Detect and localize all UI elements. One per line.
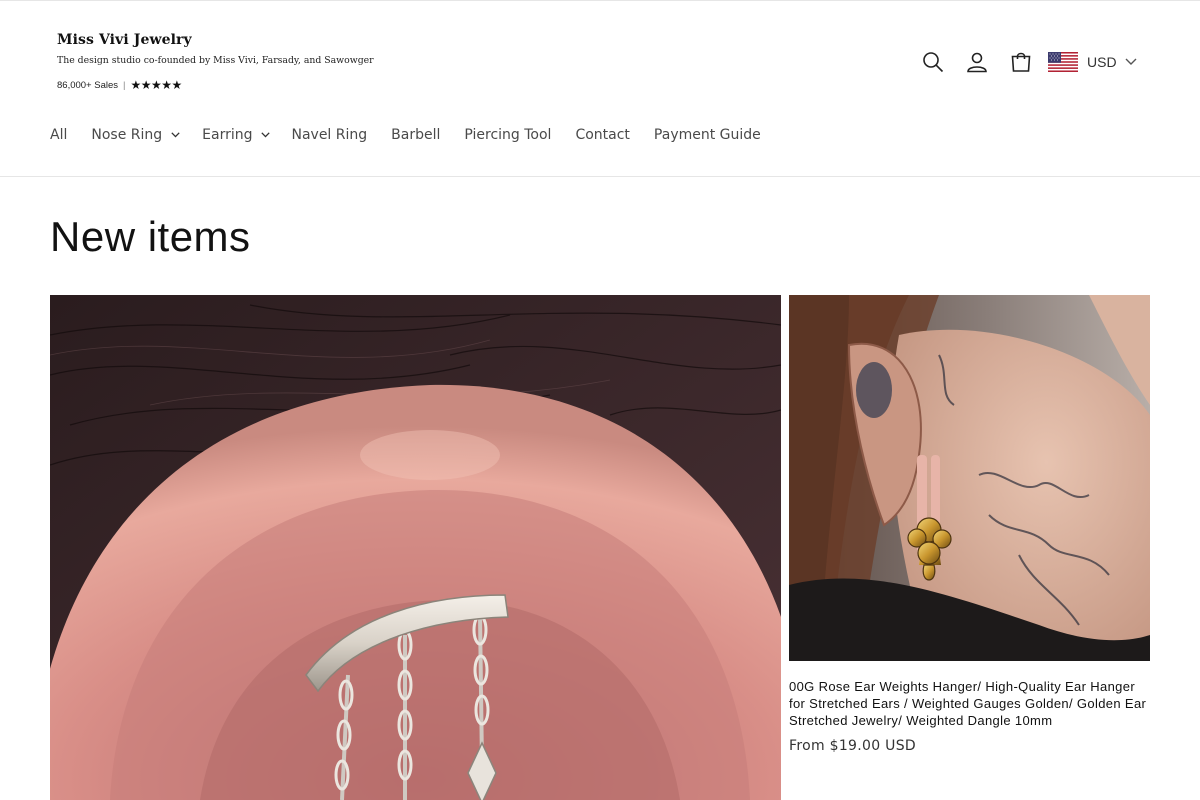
brand-sales-badge: 86,000+ Sales | ★★★★★ bbox=[57, 78, 182, 92]
nav-label: Navel Ring bbox=[291, 127, 368, 143]
search-icon[interactable] bbox=[919, 48, 947, 76]
sales-separator: | bbox=[123, 79, 126, 91]
currency-label: USD bbox=[1087, 54, 1117, 70]
top-border bbox=[0, 0, 1200, 1]
main-nav: All Nose Ring Earring Navel Ring Barbell… bbox=[50, 124, 761, 146]
cart-icon[interactable] bbox=[1007, 48, 1035, 76]
product-price: From $19.00 USD bbox=[789, 738, 916, 754]
section-title: New items bbox=[50, 213, 251, 260]
account-icon[interactable] bbox=[963, 48, 991, 76]
us-flag-icon bbox=[1048, 52, 1078, 72]
nav-item-all[interactable]: All bbox=[50, 127, 67, 143]
nav-label: Piercing Tool bbox=[464, 127, 552, 143]
nav-item-nose-ring[interactable]: Nose Ring bbox=[91, 127, 180, 143]
nav-item-earring[interactable]: Earring bbox=[202, 127, 271, 143]
nav-item-navel-ring[interactable]: Navel Ring bbox=[291, 127, 367, 143]
nav-item-contact[interactable]: Contact bbox=[575, 127, 629, 143]
chevron-down-icon bbox=[1125, 58, 1137, 65]
nav-item-payment-guide[interactable]: Payment Guide bbox=[654, 127, 761, 143]
product-photo bbox=[50, 295, 781, 800]
nav-label: All bbox=[50, 127, 68, 143]
chevron-down-icon bbox=[171, 132, 180, 138]
rating-stars-icon: ★★★★★ bbox=[130, 78, 182, 92]
nav-label: Nose Ring bbox=[91, 127, 163, 143]
nav-label: Earring bbox=[202, 127, 253, 143]
brand-tagline: The design studio co-founded by Miss Viv… bbox=[57, 55, 374, 66]
product-photo bbox=[789, 295, 1150, 661]
product-image-rose-ear-weights[interactable] bbox=[789, 295, 1150, 661]
brand-name: Miss Vivi Jewelry bbox=[57, 32, 192, 48]
sales-count: 86,000+ Sales bbox=[57, 79, 119, 91]
brand-logo[interactable]: Miss Vivi Jewelry The design studio co-f… bbox=[57, 32, 374, 96]
nav-label: Barbell bbox=[391, 127, 441, 143]
nav-item-piercing-tool[interactable]: Piercing Tool bbox=[464, 127, 551, 143]
nav-item-barbell[interactable]: Barbell bbox=[391, 127, 440, 143]
product-title[interactable]: 00G Rose Ear Weights Hanger/ High-Qualit… bbox=[789, 678, 1154, 729]
header-divider bbox=[0, 176, 1200, 177]
chevron-down-icon bbox=[261, 132, 271, 138]
nav-label: Contact bbox=[575, 127, 630, 143]
product-image-curved-barbell[interactable] bbox=[50, 295, 781, 800]
currency-selector[interactable]: USD bbox=[1048, 50, 1137, 74]
nav-label: Payment Guide bbox=[653, 127, 761, 143]
